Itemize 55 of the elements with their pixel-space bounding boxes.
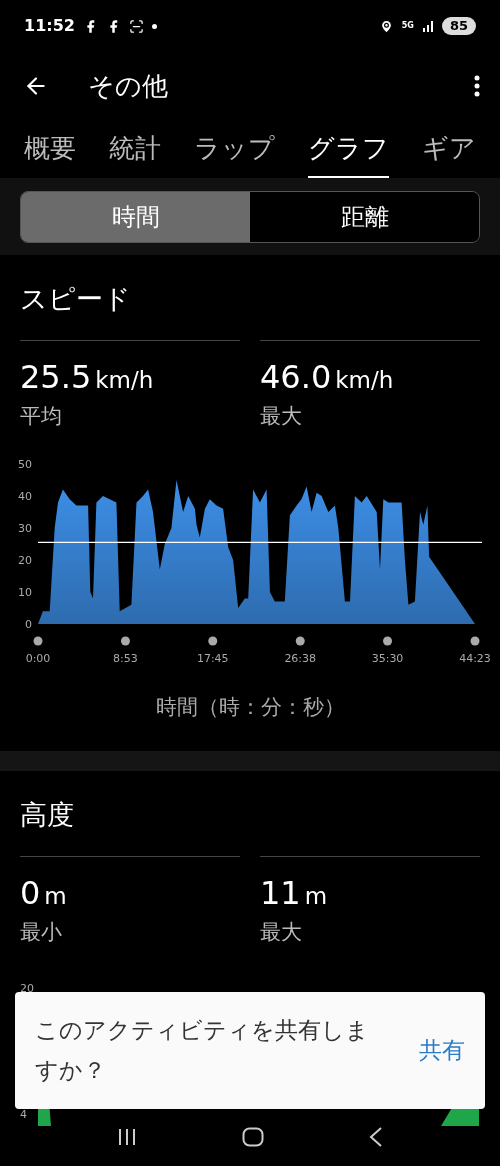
x-tick-dot [208,636,218,645]
y-tick-label: 0 [25,617,32,631]
stat-value: 11 [260,872,301,913]
signal-icon [421,20,434,32]
x-tick-dot [120,636,130,645]
recent-apps-icon[interactable] [116,1128,137,1146]
segment[interactable]: 時間 [21,191,250,242]
y-tick-label: 30 [18,521,32,535]
stat-value: 46.0 [260,356,332,397]
scan-icon [128,18,144,34]
y-tick-label: 20 [18,553,32,567]
more-icon [474,75,480,97]
x-axis-title: 時間（時：分：秒） [155,693,345,721]
location-icon [378,18,394,34]
stat-value: 25.5 [20,356,92,397]
x-tick-dot [383,636,393,645]
y-tick-label: 10 [18,585,32,599]
x-tick-label: 26:38 [284,651,317,665]
x-tick-label: 17:45 [196,651,229,665]
battery-indicator: 85 [441,17,476,35]
x-tick-dot [470,636,480,645]
share-link[interactable]: 共有 [419,1032,465,1068]
tab[interactable]: ギア [422,129,476,178]
stat-label: 最大 [260,919,303,946]
back-icon[interactable] [369,1127,384,1147]
y-tick-label: 50 [18,457,32,471]
home-icon[interactable] [242,1127,264,1147]
x-tick-dot [295,636,305,645]
clock: 11:52 [24,15,75,37]
stat-unit: km/h [95,365,154,395]
y-tick-label: 40 [18,489,32,503]
toast-message: このアクティビティを共有しますか？ [35,1016,370,1085]
stat-value: 0 [20,872,41,913]
x-tick-dot [33,636,43,645]
stat-unit: m [304,881,328,911]
y-tick-label: 20 [20,980,34,997]
stat-label: 平均 [20,403,63,430]
x-tick-label: 8:53 [113,651,138,665]
screen-title: その他 [88,69,168,103]
stat-label: 最大 [260,403,303,430]
tab[interactable]: 概要 [24,129,76,178]
stat-unit: m [44,881,67,911]
stat-unit: km/h [335,365,394,395]
x-tick-label: 44:23 [459,651,491,665]
network-label: 5G [401,22,414,30]
y-tick-label: 4 [20,1106,27,1123]
tab[interactable]: 統計 [109,129,161,178]
stat-label: 最小 [20,919,63,946]
more-menu-button[interactable] [474,75,480,97]
tab[interactable]: ラップ [194,129,275,178]
x-tick-label: 35:30 [371,651,404,665]
section-title: 高度 [19,798,75,832]
x-tick-label: 0:00 [25,651,51,665]
segment[interactable]: 距離 [250,191,479,242]
section-title: スピード [19,282,132,316]
